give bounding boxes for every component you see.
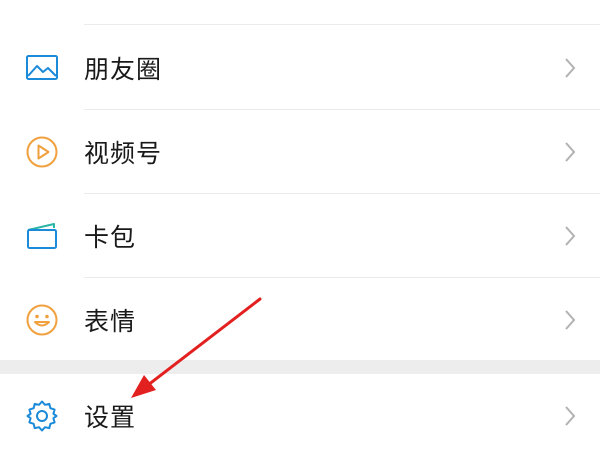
sticker-smile-icon xyxy=(24,302,60,338)
gear-icon xyxy=(24,398,60,434)
menu-item-settings[interactable]: 设置 xyxy=(0,374,600,450)
chevron-right-icon xyxy=(565,58,576,78)
chevron-right-icon xyxy=(565,226,576,246)
chevron-right-icon xyxy=(565,406,576,426)
menu-item-label: 表情 xyxy=(84,307,137,336)
channels-play-icon xyxy=(24,134,60,170)
moments-picture-icon xyxy=(24,50,60,86)
menu-item-stickers[interactable]: 表情 xyxy=(0,278,600,362)
card-wallet-icon xyxy=(24,218,60,254)
top-divider xyxy=(84,24,600,25)
menu-item-label: 设置 xyxy=(84,403,137,432)
menu-item-label: 视频号 xyxy=(84,139,163,168)
menu-item-moments[interactable]: 朋友圈 xyxy=(0,26,600,110)
menu-item-label: 卡包 xyxy=(84,223,137,252)
menu-item-card-wallet[interactable]: 卡包 xyxy=(0,194,600,278)
chevron-right-icon xyxy=(565,142,576,162)
section-gap xyxy=(0,360,600,374)
chevron-right-icon xyxy=(565,310,576,330)
me-menu-screen: 朋友圈 视频号 卡包 表情 设置 xyxy=(0,0,600,450)
menu-item-label: 朋友圈 xyxy=(84,55,163,84)
menu-item-channels[interactable]: 视频号 xyxy=(0,110,600,194)
